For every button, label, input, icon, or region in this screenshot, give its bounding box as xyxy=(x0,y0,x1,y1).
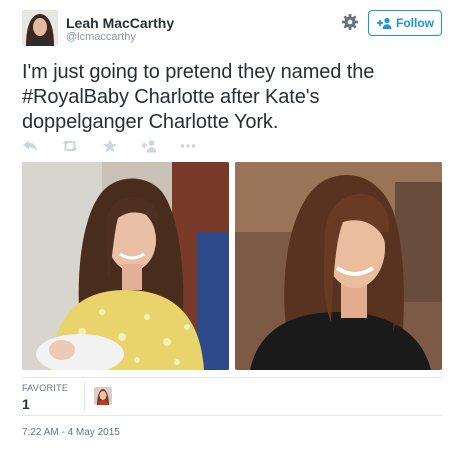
retweet-icon[interactable] xyxy=(61,139,79,153)
divider xyxy=(22,377,442,378)
stats-divider xyxy=(84,382,85,412)
tweet-text: I'm just going to pretend they named the… xyxy=(22,60,442,135)
favorites-count[interactable]: 1 xyxy=(22,396,30,412)
reply-icon[interactable] xyxy=(22,139,38,153)
tweet-text-line: #RoyalBaby Charlotte after Kate's xyxy=(22,86,320,108)
more-icon[interactable] xyxy=(180,139,196,153)
follow-icon[interactable] xyxy=(141,139,157,153)
favorite-icon[interactable] xyxy=(102,139,118,153)
divider xyxy=(22,415,442,416)
follow-button-label: Follow xyxy=(396,16,434,30)
author-display-name[interactable]: Leah MacCarthy xyxy=(66,15,174,31)
tweet-photo-2[interactable] xyxy=(235,162,442,370)
tweet-timestamp[interactable]: 7:22 AM - 4 May 2015 xyxy=(22,427,120,438)
favoriter-avatar[interactable] xyxy=(94,387,112,405)
follow-button[interactable]: Follow xyxy=(368,10,442,36)
favorites-label: FAVORITE xyxy=(22,383,69,393)
author-handle[interactable]: @lcmaccarthy xyxy=(66,31,136,43)
tweet-text-line: doppelganger Charlotte York. xyxy=(22,111,279,133)
follow-icon xyxy=(377,17,392,29)
gear-icon[interactable] xyxy=(341,13,359,31)
tweet-actions xyxy=(22,138,219,154)
tweet-photo-1[interactable] xyxy=(22,162,229,370)
author-avatar[interactable] xyxy=(22,10,58,46)
tweet-text-line: I'm just going to pretend they named the xyxy=(22,61,375,83)
